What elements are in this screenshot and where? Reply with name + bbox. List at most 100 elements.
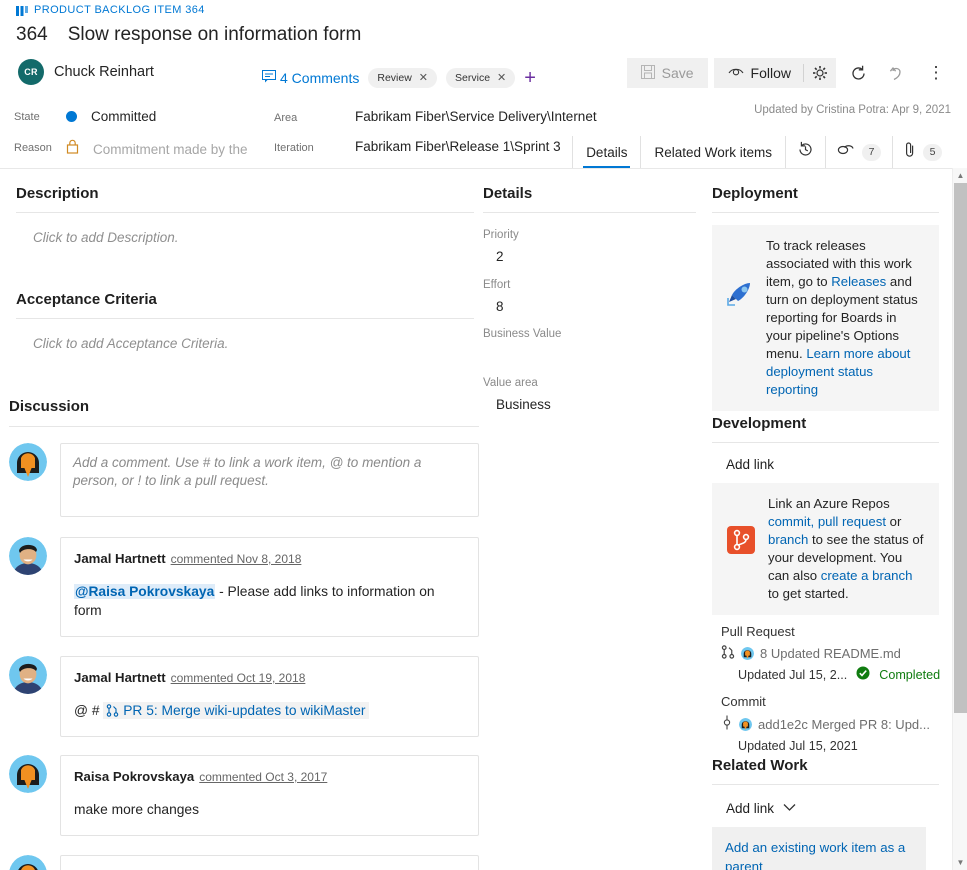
field-area[interactable]: Fabrikam Fiber\Service Delivery\Internet <box>355 109 597 124</box>
scrollbar-thumb[interactable] <box>954 183 967 713</box>
comment-content: Jamal Hartnett commented Oct 19, 2018 @ #… <box>61 657 478 736</box>
breadcrumb[interactable]: PRODUCT BACKLOG ITEM 364 <box>16 4 205 16</box>
add-tag-button[interactable]: + <box>524 68 536 88</box>
comment-box[interactable]: Jamal Hartnett commented Nov 8, 2018 @Rai… <box>60 537 479 637</box>
acceptance-criteria-placeholder: Click to add Acceptance Criteria. <box>33 336 229 351</box>
work-item-title-row: 364 Slow response on information form <box>16 24 361 46</box>
tab-links[interactable]: 7 <box>826 136 893 168</box>
field-priority[interactable]: Priority 2 <box>483 229 696 264</box>
branch-link[interactable]: branch <box>768 532 808 547</box>
rocket-icon <box>726 237 754 312</box>
kebab-icon: ⋮ <box>927 63 945 82</box>
save-label: Save <box>661 65 694 81</box>
field-iteration[interactable]: Fabrikam Fiber\Release 1\Sprint 3 <box>355 139 561 154</box>
more-options-button[interactable]: ⋮ <box>919 58 953 88</box>
field-business-value[interactable]: Business Value <box>483 328 696 364</box>
commit-group: Commit add1e2c Merged PR 8: Upd... Updat… <box>712 694 939 755</box>
new-comment-input[interactable]: Add a comment. Use # to link a work item… <box>61 444 478 516</box>
assigned-to-row[interactable]: CR Chuck Reinhart <box>18 59 154 85</box>
comment-text-prefix: @ # <box>74 703 104 718</box>
comment-item: Raisa Pokrovskayacommented Nov 3, 2015 <box>9 855 479 870</box>
commit-icon <box>721 715 733 733</box>
description-editor[interactable]: Click to add Description. <box>16 213 474 247</box>
field-effort-label: Effort <box>483 279 511 291</box>
related-work-add-link-button[interactable]: Add link <box>712 799 952 817</box>
follow-button[interactable]: Follow <box>714 58 803 88</box>
pull-request-link[interactable]: PR 5: Merge wiki-updates to wikiMaster <box>103 702 369 719</box>
development-info-card: Link an Azure Repos commit, pull request… <box>712 483 939 615</box>
scroll-down-arrow-icon[interactable]: ▼ <box>953 855 967 870</box>
commit-pull-request-link[interactable]: commit, pull request <box>768 514 886 529</box>
avatar-woman-icon <box>9 855 47 870</box>
comment-author: Raisa Pokrovskaya <box>74 769 195 784</box>
divider <box>483 212 696 213</box>
gear-icon[interactable] <box>804 58 836 88</box>
comment-text: @ # PR 5: Merge wiki-updates to wikiMast… <box>74 701 465 720</box>
comment-timestamp[interactable]: commented Oct 3, 2017 <box>199 770 327 784</box>
refresh-button[interactable] <box>841 58 875 88</box>
new-comment-box[interactable]: Add a comment. Use # to link a work item… <box>60 443 479 517</box>
comment-content: Raisa Pokrovskaya commented Oct 3, 2017 m… <box>61 756 478 835</box>
vertical-scrollbar[interactable]: ▲ ▼ <box>952 168 967 870</box>
acceptance-criteria-editor[interactable]: Click to add Acceptance Criteria. <box>16 319 474 353</box>
pull-request-title[interactable]: 8 Updated README.md <box>760 646 901 661</box>
field-area-label: Area <box>274 112 298 124</box>
tab-bar: Details Related Work items 7 5 <box>572 136 953 168</box>
links-icon <box>837 143 855 161</box>
description-section: Description Click to add Description. <box>16 185 474 247</box>
comments-link[interactable]: 4 Comments <box>262 70 359 86</box>
pull-request-item[interactable]: 8 Updated README.md <box>721 645 939 662</box>
field-effort[interactable]: Effort 8 <box>483 279 696 314</box>
comments-and-tags: 4 Comments Review ✕ Service ✕ + <box>262 68 536 88</box>
avatar-woman-icon <box>739 717 752 731</box>
avatar-man-icon <box>9 537 47 575</box>
mention-link[interactable]: @Raisa Pokrovskaya <box>74 584 216 599</box>
backlog-board-icon <box>16 5 28 17</box>
field-iteration-label: Iteration <box>274 142 314 154</box>
commit-title[interactable]: add1e2c Merged PR 8: Upd... <box>758 717 930 732</box>
related-work-suggestion[interactable]: Add an existing work item as a parent <box>712 827 926 870</box>
tag-chip-service[interactable]: Service ✕ <box>446 68 516 88</box>
field-state[interactable]: Committed <box>66 109 156 124</box>
dev-text-4: to get started. <box>768 586 849 601</box>
comment-author: Jamal Hartnett <box>74 670 166 685</box>
releases-link[interactable]: Releases <box>831 274 886 289</box>
undo-button[interactable] <box>880 58 914 88</box>
development-add-link-button[interactable]: Add link <box>712 457 939 472</box>
repos-branch-icon <box>726 495 756 560</box>
work-item-title[interactable]: Slow response on information form <box>68 24 362 46</box>
avatar-woman-icon <box>741 647 754 660</box>
save-button[interactable]: Save <box>626 58 708 88</box>
field-area-value: Fabrikam Fiber\Service Delivery\Internet <box>355 109 597 124</box>
commit-item[interactable]: add1e2c Merged PR 8: Upd... <box>721 715 939 733</box>
field-value-area[interactable]: Value area Business <box>483 377 696 412</box>
avatar: CR <box>18 59 44 85</box>
dev-text-1: Link an Azure Repos <box>768 496 890 511</box>
updated-by-text: Updated by Cristina Potra: Apr 9, 2021 <box>754 104 951 116</box>
tab-details[interactable]: Details <box>573 136 642 168</box>
create-branch-link[interactable]: create a branch <box>821 568 913 583</box>
discussion-section: Discussion Add a comment. Use # to link … <box>9 398 479 870</box>
scroll-up-arrow-icon[interactable]: ▲ <box>953 168 967 183</box>
eye-icon <box>728 65 744 81</box>
deployment-info-card: To track releases associated with this w… <box>712 225 939 411</box>
comment-box[interactable]: Raisa Pokrovskayacommented Nov 3, 2015 <box>60 855 479 870</box>
comment-timestamp[interactable]: commented Nov 8, 2018 <box>171 552 302 566</box>
comment-box[interactable]: Raisa Pokrovskaya commented Oct 3, 2017 m… <box>60 755 479 836</box>
tab-history[interactable] <box>786 136 826 168</box>
tag-chip-review[interactable]: Review ✕ <box>368 68 438 88</box>
divider <box>9 426 479 427</box>
comment-box[interactable]: Jamal Hartnett commented Oct 19, 2018 @ #… <box>60 656 479 737</box>
avatar-man-icon <box>9 656 47 694</box>
close-icon[interactable]: ✕ <box>419 72 428 84</box>
tab-related-work-items[interactable]: Related Work items <box>641 136 786 168</box>
close-icon[interactable]: ✕ <box>497 72 506 84</box>
comment-content: Jamal Hartnett commented Nov 8, 2018 @Rai… <box>61 538 478 636</box>
development-title: Development <box>712 415 807 432</box>
new-comment-placeholder: Add a comment. Use # to link a work item… <box>73 455 422 488</box>
tab-attachments[interactable]: 5 <box>893 136 953 168</box>
field-state-value: Committed <box>91 109 157 124</box>
comment-timestamp[interactable]: commented Oct 19, 2018 <box>171 671 306 685</box>
comment-item: Jamal Hartnett commented Oct 19, 2018 @ #… <box>9 656 479 737</box>
field-business-value-label: Business Value <box>483 328 562 340</box>
